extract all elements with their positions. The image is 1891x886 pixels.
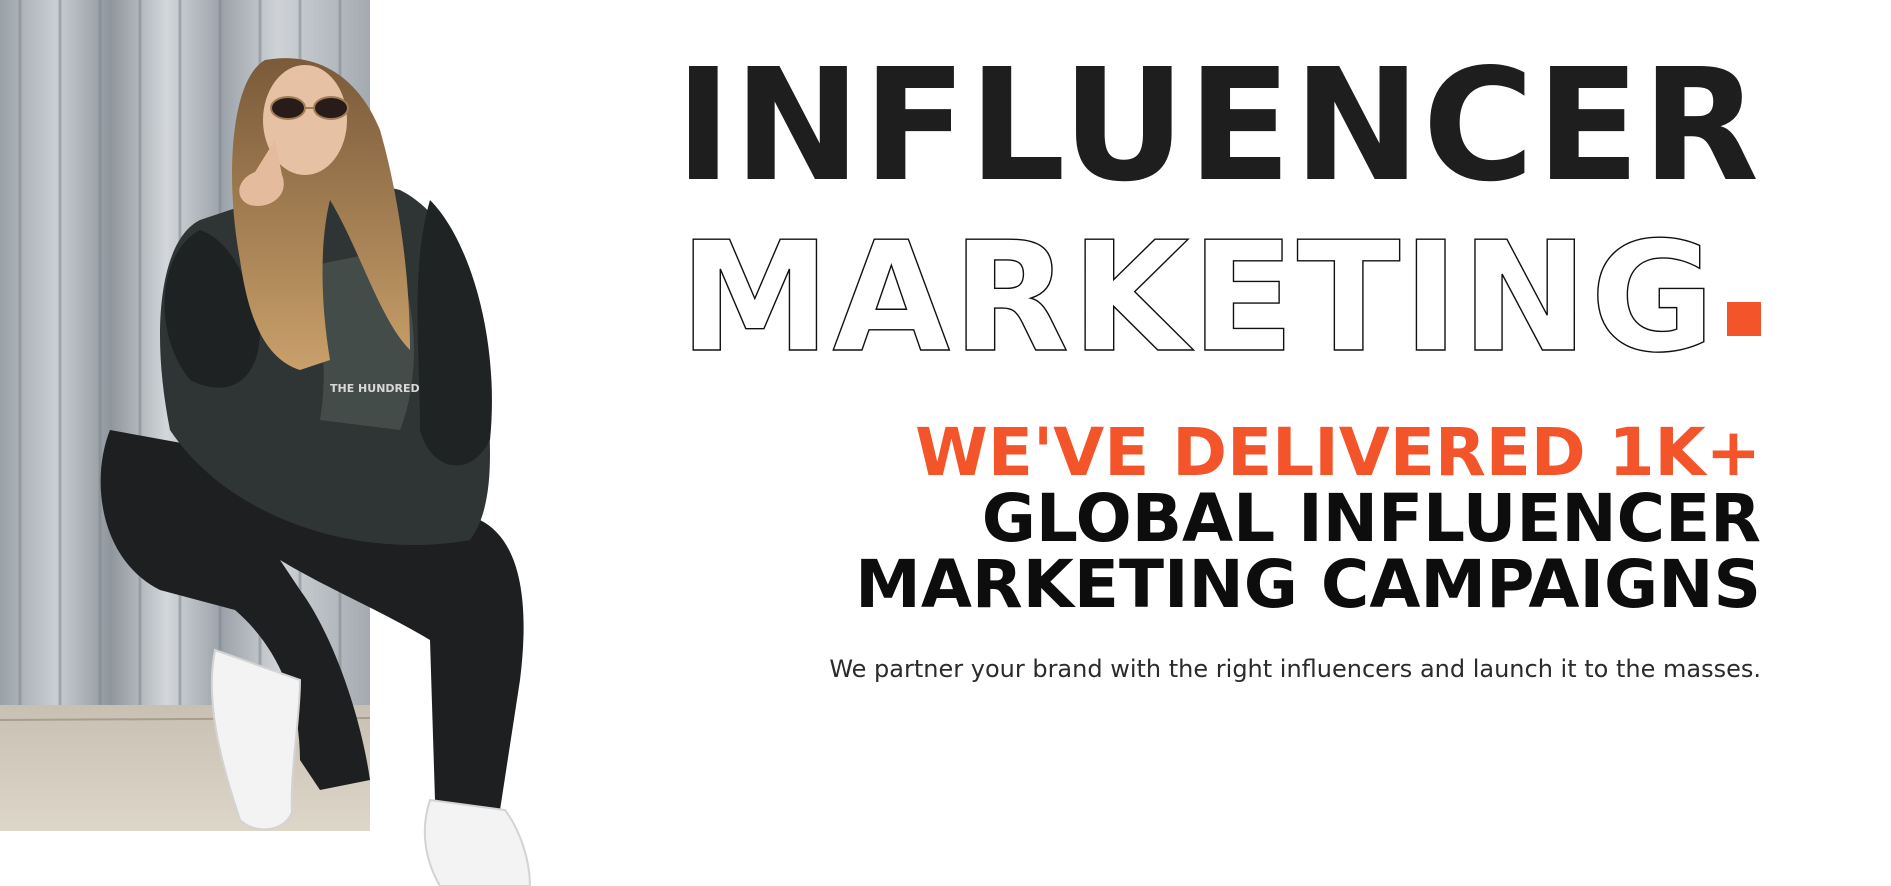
- accent-square: [1727, 302, 1761, 336]
- headline-marketing: MARKETING: [621, 209, 1761, 386]
- svg-text:THE HUNDRED: THE HUNDRED: [330, 382, 420, 395]
- headline-influencer: INFLUENCER: [675, 35, 1761, 216]
- headline-marketing-text: MARKETING: [679, 209, 1717, 386]
- tagline-line-2: GLOBAL INFLUENCER: [981, 480, 1761, 557]
- tagline-accent: WE'VE DELIVERED 1K+: [915, 414, 1761, 491]
- headline: INFLUENCER MARKETING: [621, 35, 1761, 386]
- hero-photo: THE HUNDRED: [0, 0, 600, 886]
- person-photo-icon: THE HUNDRED: [0, 0, 532, 886]
- tagline: WE'VE DELIVERED 1K+ GLOBAL INFLUENCER MA…: [761, 420, 1761, 618]
- subtitle: We partner your brand with the right inf…: [829, 655, 1761, 683]
- tagline-line-3: MARKETING CAMPAIGNS: [855, 546, 1761, 623]
